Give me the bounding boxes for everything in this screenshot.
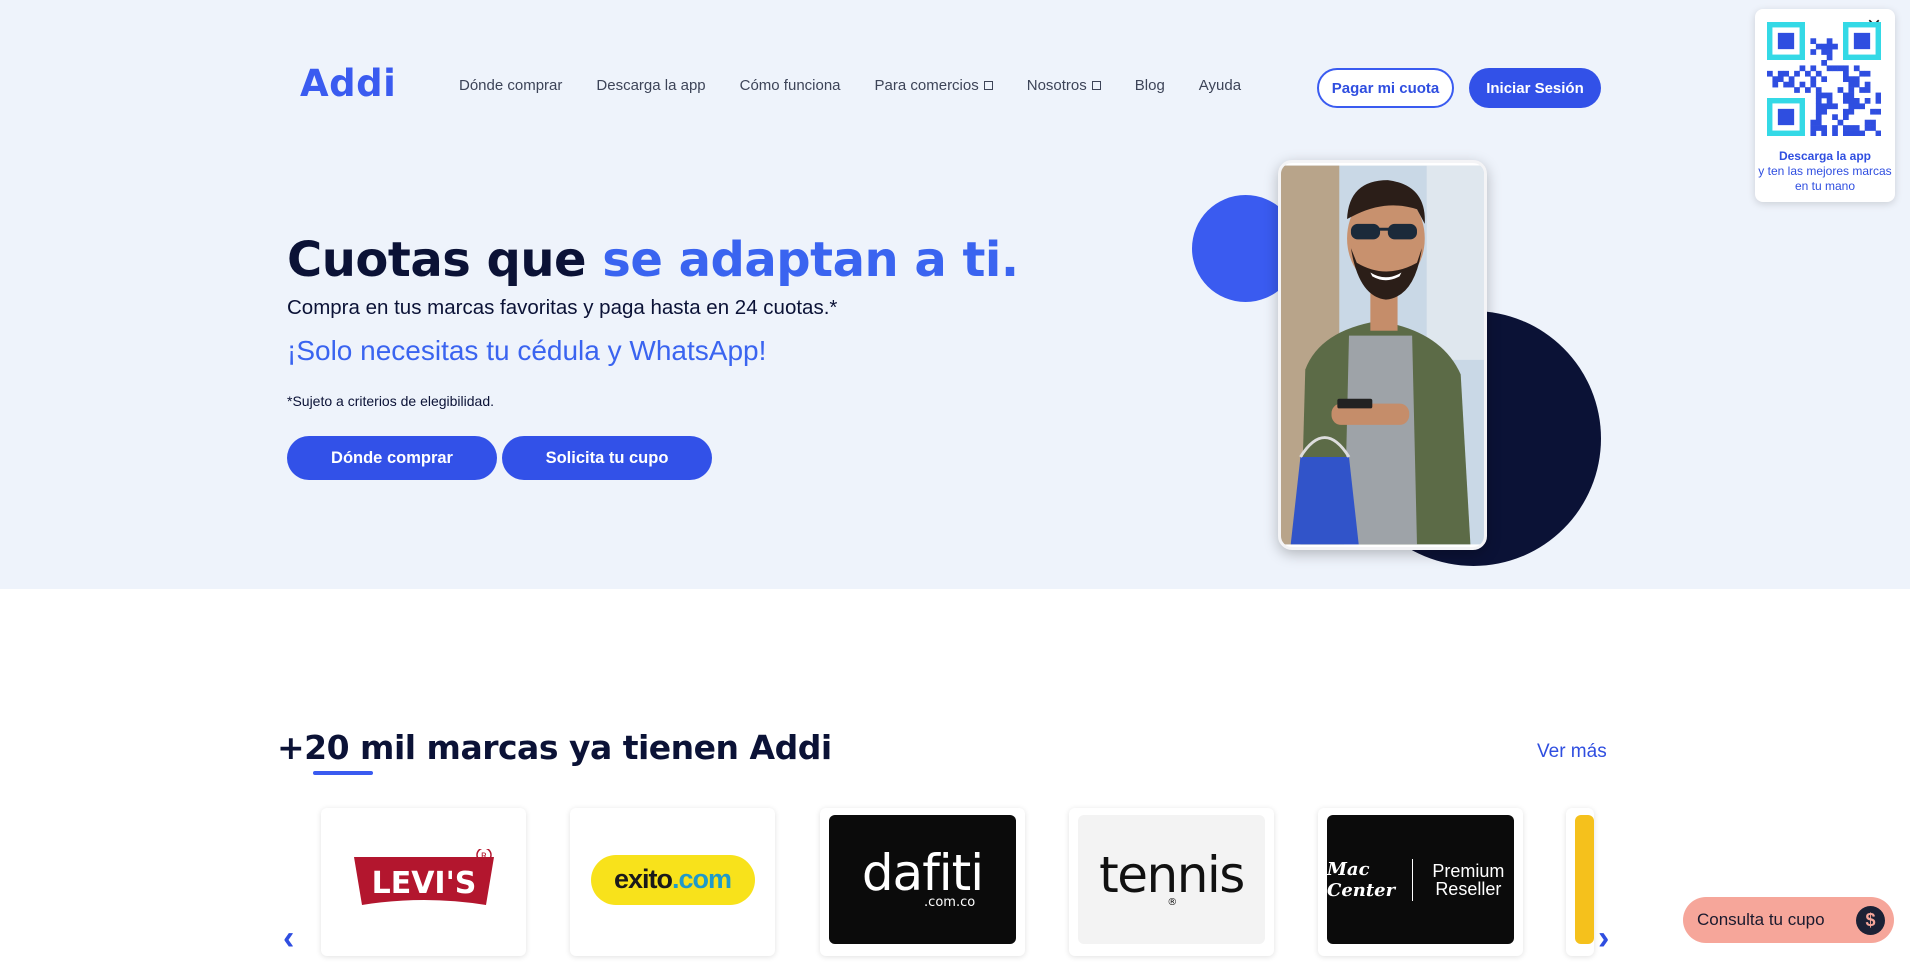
brand-card-levis[interactable]: LEVI'S R: [321, 808, 526, 956]
dropdown-icon: [983, 81, 993, 90]
hero-disclaimer: *Sujeto a criterios de elegibilidad.: [287, 393, 495, 409]
nav-label: Descarga la app: [596, 77, 706, 94]
dropdown-icon: [1091, 81, 1101, 90]
man-shopping-illustration: [1281, 165, 1484, 545]
nav-blog[interactable]: Blog: [1135, 77, 1165, 94]
brand-card-exito[interactable]: exito .com: [570, 808, 775, 956]
nav-descarga-app[interactable]: Descarga la app: [596, 77, 705, 94]
login-button[interactable]: Iniciar Sesión: [1469, 68, 1601, 108]
nav-ayuda[interactable]: Ayuda: [1199, 77, 1241, 94]
brand-logo-tennis: tennis ®: [1078, 815, 1265, 944]
levis-logo-text: LEVI'S: [371, 866, 476, 901]
nav-como-funciona[interactable]: Cómo funciona: [740, 77, 841, 94]
brand-card-dafiti[interactable]: dafiti .com.co: [820, 808, 1025, 956]
where-to-buy-button[interactable]: Dónde comprar: [287, 436, 497, 480]
nav-donde-comprar[interactable]: Dónde comprar: [459, 77, 562, 94]
dollar-icon: $: [1856, 906, 1885, 935]
reseller-text: Premium Reseller: [1432, 860, 1505, 899]
hero-headline: Cuotas que se adaptan a ti.: [287, 232, 1019, 288]
brand-card-partial[interactable]: [1566, 808, 1594, 956]
dafiti-logo: dafiti .com.co: [862, 848, 984, 909]
tennis-logo-text: tennis: [1099, 845, 1245, 904]
title-underline: [313, 771, 373, 775]
levis-logo: LEVI'S R: [353, 848, 494, 905]
dafiti-logo-text: dafiti: [861, 844, 984, 902]
nav-para-comercios[interactable]: Para comercios: [875, 77, 993, 94]
chevron-right-icon[interactable]: ›: [1598, 921, 1609, 955]
nav-label: Ayuda: [1198, 77, 1242, 94]
hero-phone-image: [1278, 160, 1487, 550]
nav-nosotros[interactable]: Nosotros: [1027, 77, 1101, 94]
exito-logo-suffix: .com: [672, 864, 732, 894]
brands-section-title: +20 mil marcas ya tienen Addi: [277, 728, 832, 767]
pay-installment-button[interactable]: Pagar mi cuota: [1317, 68, 1454, 108]
chevron-left-icon[interactable]: ‹: [283, 921, 294, 955]
svg-text:R: R: [480, 852, 486, 862]
brand-logo-mac-center: Mac Center Premium Reseller: [1327, 815, 1514, 944]
hero-highlight: ¡Solo necesitas tu cédula y WhatsApp!: [287, 335, 767, 366]
hero-section: Addi Dónde comprar Descarga la app Cómo …: [0, 0, 1910, 589]
addi-logo[interactable]: Addi: [300, 62, 396, 105]
nav-label: Cómo funciona: [739, 77, 841, 94]
qr-code-icon: [1767, 22, 1881, 136]
nav-label: Blog: [1134, 77, 1165, 94]
nav-label: Dónde comprar: [459, 77, 563, 94]
see-more-link[interactable]: Ver más: [1537, 741, 1607, 763]
headline-dark: Cuotas que: [287, 232, 603, 288]
mac-center-logo-text: Mac Center: [1327, 858, 1413, 901]
nav-label: Para comercios: [874, 77, 979, 94]
brand-logo-partial: [1575, 815, 1594, 944]
brand-logo-exito: exito .com: [579, 815, 766, 944]
check-credit-button[interactable]: Consulta tu cupo $: [1683, 897, 1894, 943]
request-credit-button[interactable]: Solicita tu cupo: [502, 436, 712, 480]
qr-text: y ten las mejores marcas en tu mano: [1758, 164, 1892, 193]
apple-reseller-badge: Premium Reseller: [1413, 862, 1514, 898]
hero-subtitle: Compra en tus marcas favoritas y paga ha…: [287, 296, 838, 319]
brand-card-mac-center[interactable]: Mac Center Premium Reseller: [1318, 808, 1523, 956]
exito-logo-text: exito: [613, 864, 673, 894]
qr-title: Descarga la app: [1778, 149, 1872, 163]
mac-center-logo: Mac Center Premium Reseller: [1327, 858, 1514, 901]
nav-label: Nosotros: [1026, 77, 1087, 94]
brand-logo-levis: LEVI'S R: [330, 815, 517, 944]
headline-blue: se adaptan a ti.: [602, 232, 1019, 288]
check-credit-label: Consulta tu cupo: [1697, 910, 1825, 929]
exito-logo: exito .com: [590, 854, 755, 905]
main-nav: Dónde comprar Descarga la app Cómo funci…: [459, 77, 1275, 94]
brand-logo-dafiti: dafiti .com.co: [829, 815, 1016, 944]
tennis-logo: tennis ®: [1099, 850, 1245, 908]
brand-card-tennis[interactable]: tennis ®: [1069, 808, 1274, 956]
